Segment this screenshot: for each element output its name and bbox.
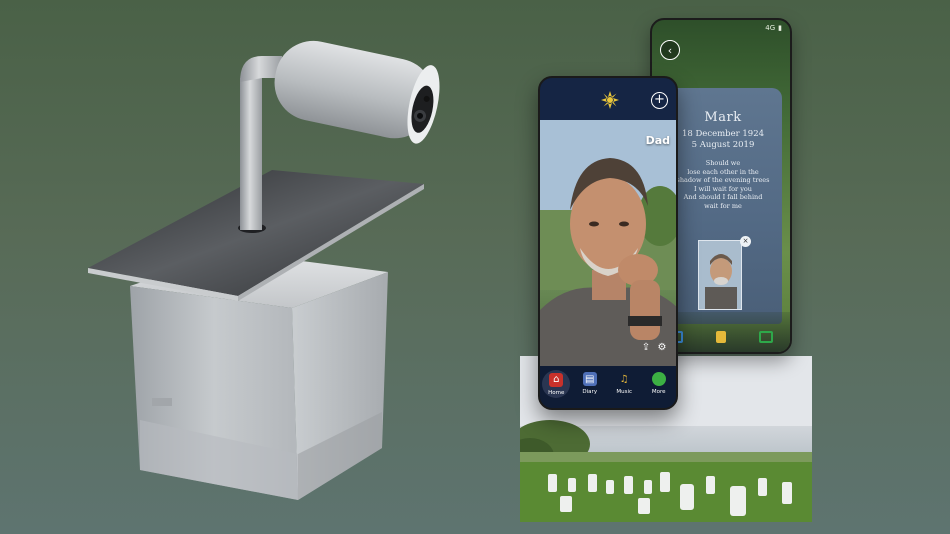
app-header: + [540, 78, 676, 120]
memorial-camera-device [0, 0, 480, 534]
app-logo [601, 91, 619, 109]
headstone-card: Mark 18 December 1924 5 August 2019 Shou… [664, 88, 782, 324]
diary-icon: ▤ [582, 372, 597, 386]
profile-portrait[interactable] [540, 120, 676, 370]
bottom-navigation: ⌂ Home ▤ Diary ♫ Music More [540, 366, 676, 408]
memorial-photo-thumbnail[interactable] [698, 240, 742, 310]
poem-line: Should we [705, 159, 741, 167]
nav-item-music[interactable]: ♫ Music [609, 372, 639, 396]
battery-icon: ▮ [778, 24, 782, 32]
close-icon: × [742, 237, 749, 245]
memorial-dates: 18 December 1924 5 August 2019 [664, 129, 782, 151]
nav-label-diary: Diary [582, 389, 598, 395]
memorial-name: Mark [704, 110, 742, 125]
poem-line: And should I fall behind [683, 193, 763, 201]
network-status: 4G [765, 24, 776, 32]
memorial-poem: Should we lose each other in the shadow … [664, 159, 782, 210]
camera-device-illustration [88, 40, 440, 500]
death-date: 5 August 2019 [691, 140, 755, 150]
nav-item-more[interactable]: More [644, 372, 674, 395]
status-bar: 4G ▮ [765, 24, 782, 32]
poem-line: I will wait for you [694, 184, 752, 193]
poem-line: shadow of the evening trees [676, 176, 770, 184]
more-icon [651, 372, 666, 386]
nav-label-music: Music [616, 389, 633, 395]
back-button[interactable]: ‹ [660, 40, 680, 60]
nav-item-home[interactable]: ⌂ Home [542, 370, 571, 398]
profile-name: Dad [645, 134, 670, 147]
remove-photo-button[interactable]: × [740, 236, 751, 247]
profile-phone-screen: + Dad ⇪ ⚙ ⌂ Home ▤ Diary ♫ Music More [538, 76, 678, 410]
music-note-icon: ♫ [619, 373, 629, 385]
share-icon[interactable]: ⇪ [640, 342, 652, 354]
poem-line: lose each other in the [687, 167, 759, 176]
poem-line: wait for me [704, 201, 742, 210]
portrait-thumbnail-image [699, 241, 741, 309]
nav-label-more: More [651, 389, 666, 395]
settings-gear-icon[interactable]: ⚙ [656, 342, 668, 354]
nav-label-home: Home [548, 389, 565, 396]
chevron-left-icon: ‹ [667, 43, 673, 57]
home-icon: ⌂ [549, 372, 564, 387]
add-button[interactable]: + [651, 92, 668, 109]
birth-date: 18 December 1924 [681, 129, 765, 139]
nav-item-diary[interactable]: ▤ Diary [575, 372, 605, 395]
video-icon[interactable] [759, 331, 774, 343]
speaker-icon[interactable] [715, 331, 726, 343]
portrait-image [540, 120, 676, 370]
plus-icon: + [654, 92, 665, 107]
